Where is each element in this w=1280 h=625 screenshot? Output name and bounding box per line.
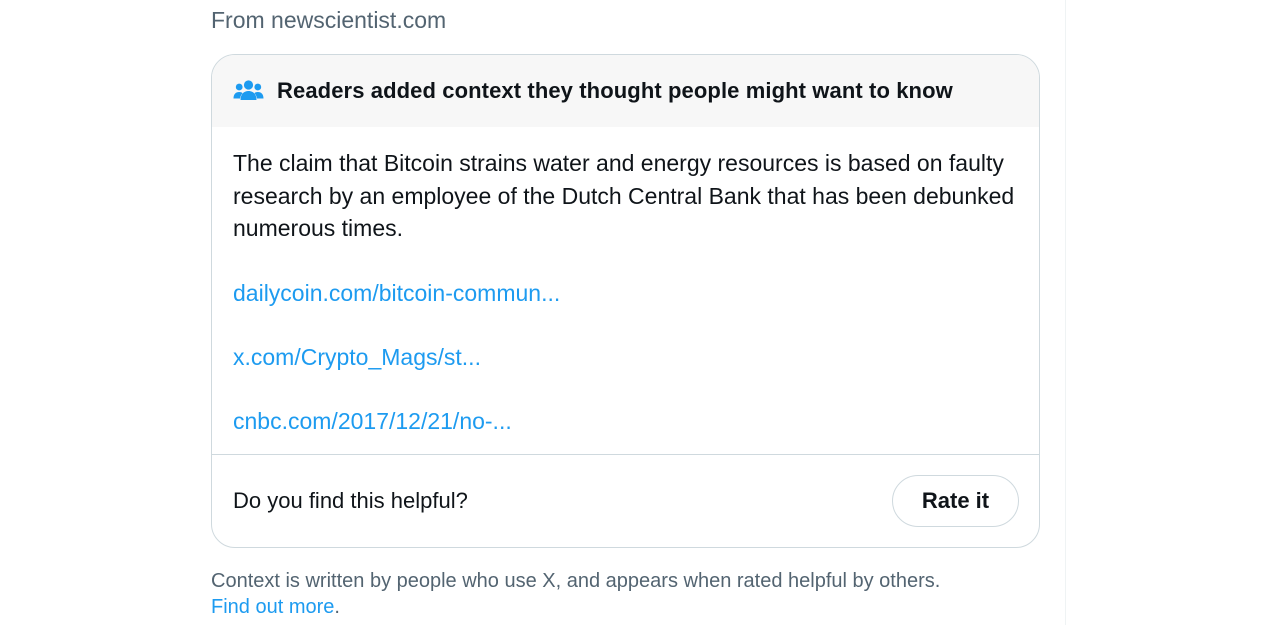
- helpful-question: Do you find this helpful?: [233, 488, 468, 513]
- footnote-suffix: .: [334, 596, 340, 618]
- note-body: The claim that Bitcoin strains water and…: [212, 127, 1039, 437]
- note-footer: Do you find this helpful? Rate it: [212, 454, 1039, 547]
- source-link-dailycoin[interactable]: dailycoin.com/bitcoin-commun...: [233, 277, 1018, 309]
- note-header-title: Readers added context they thought peopl…: [277, 78, 953, 103]
- people-group-icon: [233, 79, 264, 103]
- note-sources: dailycoin.com/bitcoin-commun... x.com/Cr…: [233, 277, 1018, 437]
- rate-it-button[interactable]: Rate it: [892, 475, 1019, 527]
- context-footnote: Context is written by people who use X, …: [211, 568, 940, 620]
- source-link-x[interactable]: x.com/Crypto_Mags/st...: [233, 341, 1018, 373]
- note-header: Readers added context they thought peopl…: [212, 55, 1039, 127]
- community-note-card: Readers added context they thought peopl…: [211, 54, 1040, 548]
- footnote-text: Context is written by people who use X, …: [211, 570, 941, 592]
- page: From newscientist.com Readers added cont…: [0, 0, 1280, 625]
- column-divider: [1065, 0, 1066, 625]
- note-text: The claim that Bitcoin strains water and…: [233, 150, 1015, 241]
- source-link-cnbc[interactable]: cnbc.com/2017/12/21/no-...: [233, 405, 1018, 437]
- link-source-domain[interactable]: From newscientist.com: [211, 6, 446, 34]
- find-out-more-link[interactable]: Find out more: [211, 596, 334, 618]
